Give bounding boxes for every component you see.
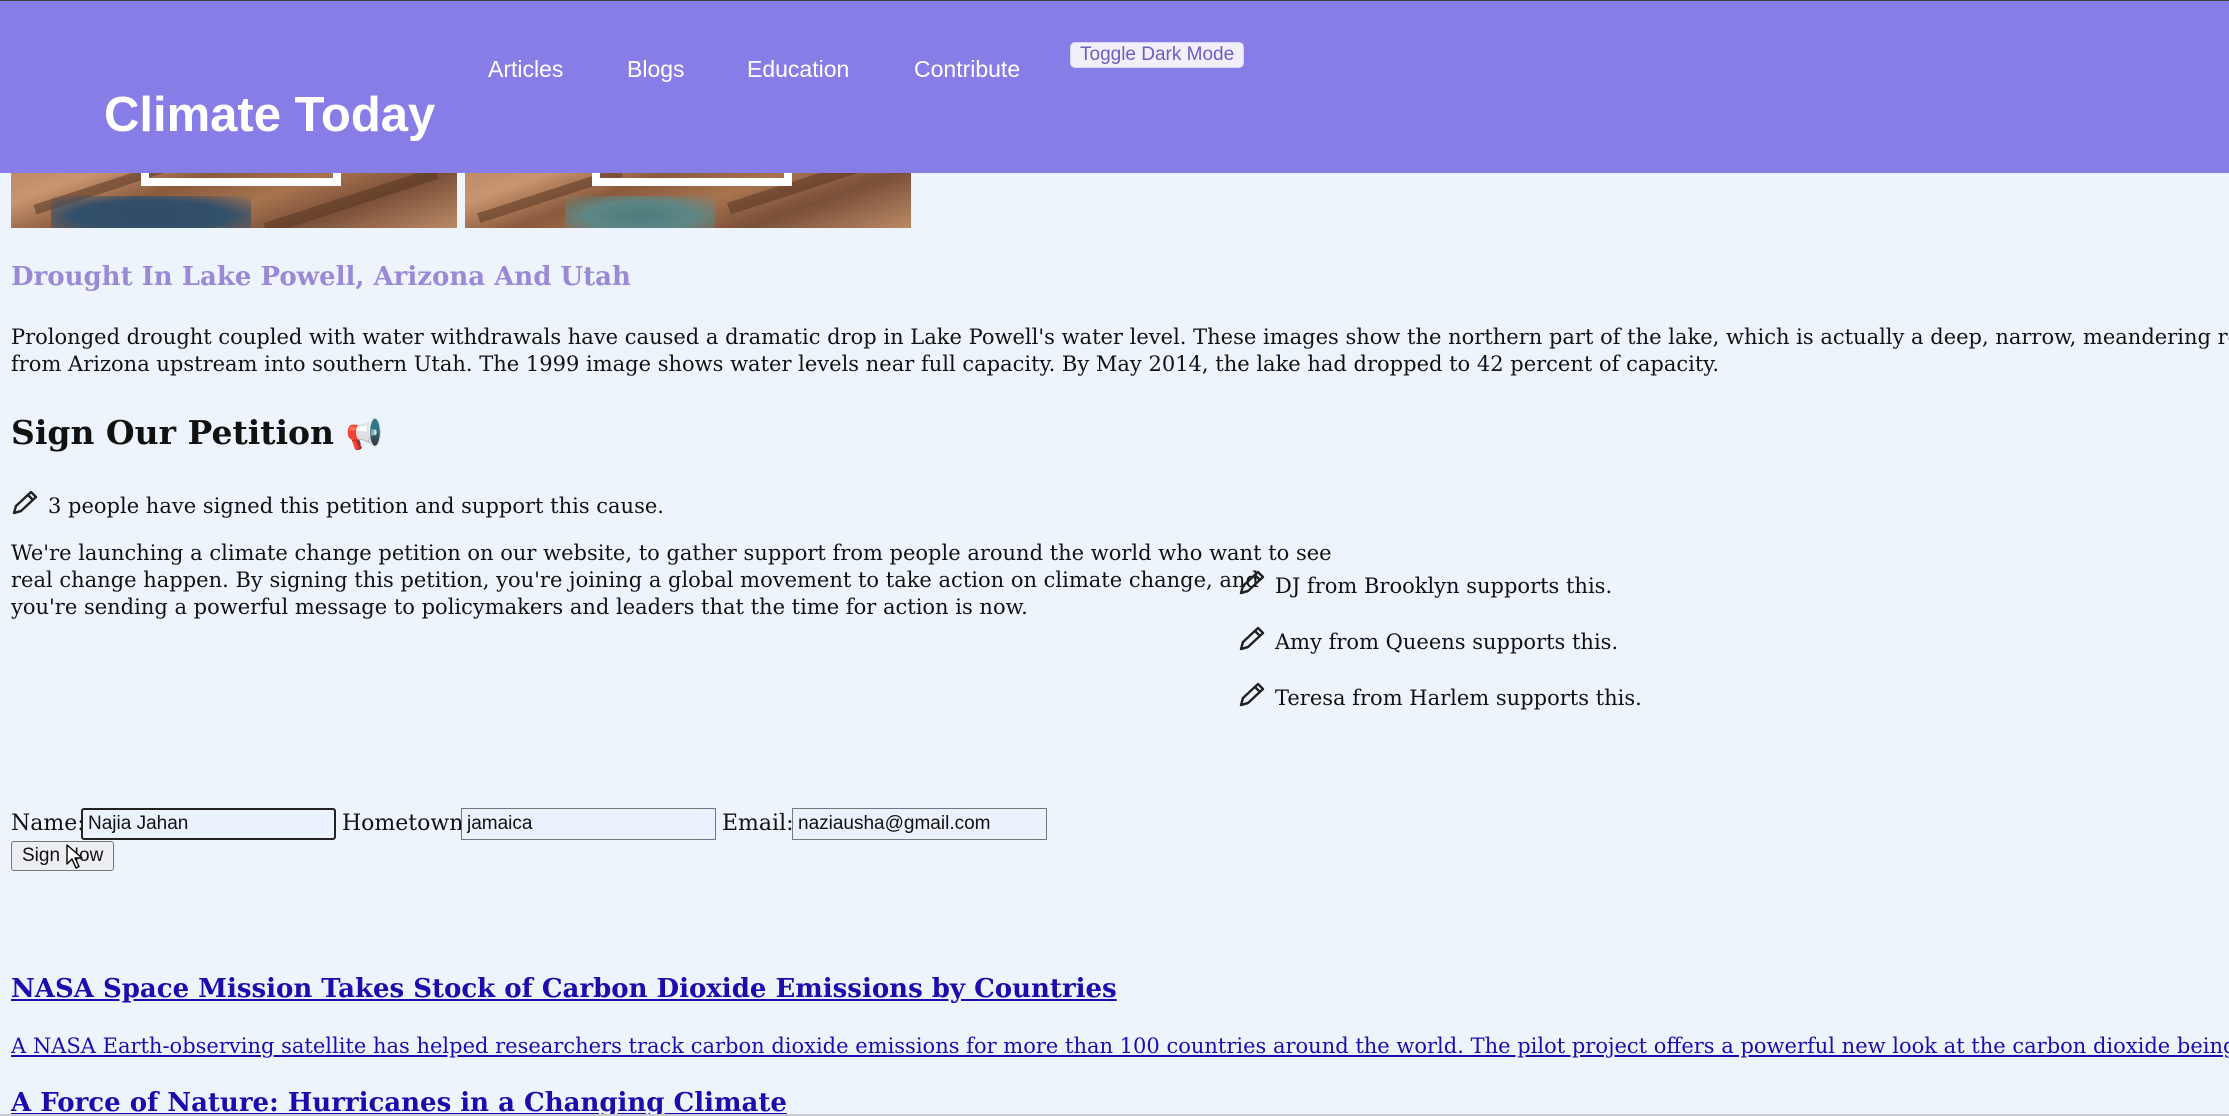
sign-now-button[interactable]: Sign Now [11,841,115,871]
petition-description-line-3: you're sending a powerful message to pol… [11,595,1028,619]
nav-contribute[interactable]: Contribute [914,56,1020,83]
petition-title: Sign Our Petition 📢 [11,413,383,452]
pencil-icon [1239,682,1265,707]
petition-description-line-2: real change happen. By signing this peti… [11,568,1259,592]
article-body-line-1: Prolonged drought coupled with water wit… [11,325,2229,349]
mouse-cursor-icon [66,844,83,869]
toggle-dark-mode-button[interactable]: Toggle Dark Mode [1070,42,1245,68]
megaphone-icon: 📢 [345,417,383,452]
hometown-label: Hometown: [342,811,471,836]
news-summary-link[interactable]: A NASA Earth-observing satellite has hel… [11,1034,2229,1058]
nav-articles[interactable]: Articles [488,56,563,83]
supporter-text: Teresa from Harlem supports this. [1275,686,1642,710]
nav-education[interactable]: Education [747,56,849,83]
hometown-field[interactable] [461,808,716,840]
site-header: Climate Today Articles Blogs Education C… [0,1,2229,173]
signature-count-text: 3 people have signed this petition and s… [48,494,664,518]
signature-count: 3 people have signed this petition and s… [11,490,664,518]
name-field[interactable] [81,808,336,840]
supporter-item: Amy from Queens supports this. [1238,626,1618,654]
nav-blogs[interactable]: Blogs [627,56,685,83]
name-label: Name: [11,811,85,836]
supporter-text: DJ from Brooklyn supports this. [1275,574,1613,598]
email-field[interactable] [792,808,1047,840]
page: Climate Today Articles Blogs Education C… [0,0,2229,1116]
site-title: Climate Today [104,88,436,142]
article-body-line-2: from Arizona upstream into southern Utah… [11,352,1720,376]
petition-title-text: Sign Our Petition [11,413,335,452]
supporter-text: Amy from Queens supports this. [1275,630,1619,654]
pencil-icon [1239,570,1265,595]
news-title-link[interactable]: A Force of Nature: Hurricanes in a Chang… [11,1088,787,1116]
news-title-link[interactable]: NASA Space Mission Takes Stock of Carbon… [11,974,1117,1004]
supporter-item: DJ from Brooklyn supports this. [1238,570,1612,598]
pencil-icon [12,490,38,515]
article-heading: Drought In Lake Powell, Arizona And Utah [11,262,631,292]
email-label: Email: [722,811,794,836]
pencil-icon [1239,626,1265,651]
supporter-item: Teresa from Harlem supports this. [1238,682,1642,710]
petition-description-line-1: We're launching a climate change petitio… [11,541,1332,565]
